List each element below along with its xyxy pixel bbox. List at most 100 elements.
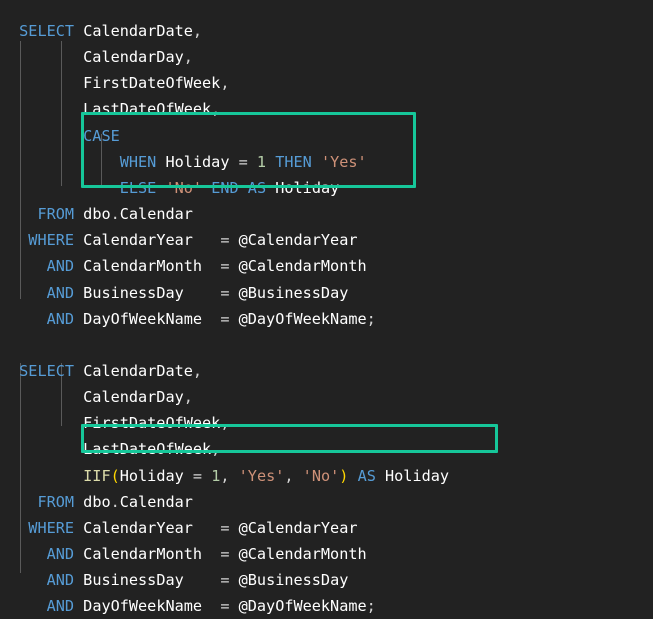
token-op: ; [366, 597, 376, 616]
token-pad [10, 231, 28, 249]
token-op [74, 545, 83, 563]
token-op: , [183, 48, 193, 67]
token-id: CalendarDate [83, 22, 193, 40]
code-line-8[interactable]: FROM dbo.Calendar [10, 201, 193, 227]
token-str: 'Yes' [238, 466, 285, 485]
token-str: 'Yes' [320, 152, 367, 171]
sql-code-editor[interactable]: SELECT CalendarDate, CalendarDay, FirstD… [0, 0, 653, 615]
token-pad [10, 310, 47, 328]
token-pad [10, 597, 47, 615]
token-pad [10, 100, 83, 118]
token-op [74, 284, 83, 302]
token-id: @CalendarYear [238, 518, 358, 537]
code-line-3[interactable]: FirstDateOfWeek, [10, 70, 229, 96]
code-line-17[interactable]: LastDateOfWeek, [10, 436, 220, 462]
token-kw: WHERE [28, 231, 75, 250]
token-id: LastDateOfWeek [83, 440, 212, 459]
token-id: CalendarMonth [83, 257, 203, 276]
token-id: CalendarYear [83, 518, 193, 537]
token-op [312, 153, 321, 171]
token-id: CalendarDay [83, 48, 184, 67]
token-op: , [192, 361, 203, 380]
token-id: Holiday [165, 152, 230, 171]
code-line-20[interactable]: WHERE CalendarYear = @CalendarYear [10, 515, 358, 541]
token-op: , [211, 100, 221, 119]
token-op: ; [366, 309, 376, 328]
token-op [74, 571, 83, 589]
token-str: 'No' [165, 178, 203, 197]
token-pad [10, 179, 120, 197]
token-op: = [202, 257, 239, 276]
code-line-6[interactable]: WHEN Holiday = 1 THEN 'Yes' [10, 149, 367, 175]
token-pad [10, 414, 83, 432]
token-op [202, 179, 211, 197]
token-id: Holiday [275, 178, 340, 197]
token-pad [10, 22, 19, 40]
token-op [74, 205, 83, 223]
code-line-11[interactable]: AND BusinessDay = @BusinessDay [10, 280, 349, 306]
code-line-16[interactable]: FirstDateOfWeek, [10, 410, 229, 436]
token-id: Calendar [119, 205, 193, 224]
token-id: @BusinessDay [238, 571, 349, 590]
token-op [74, 519, 83, 537]
token-kw: AND [46, 283, 75, 302]
token-op [74, 362, 83, 380]
token-id: CalendarMonth [83, 545, 203, 563]
code-line-1[interactable]: SELECT CalendarDate, [10, 18, 202, 44]
token-fn: IIF [83, 466, 111, 485]
code-line-23[interactable]: AND DayOfWeekName = @DayOfWeekName; [10, 593, 376, 619]
code-line-15[interactable]: CalendarDay, [10, 384, 193, 410]
token-num: 1 [256, 152, 267, 171]
token-op [74, 257, 83, 275]
token-kw: FROM [37, 205, 75, 224]
code-line-18[interactable]: IIF(Holiday = 1, 'Yes', 'No') AS Holiday [10, 463, 449, 489]
code-line-2[interactable]: CalendarDay, [10, 44, 193, 70]
token-op [74, 493, 83, 511]
token-op [74, 597, 83, 615]
token-op: , [211, 440, 221, 459]
code-line-5[interactable]: CASE [10, 123, 120, 149]
token-op [348, 467, 357, 485]
token-id: DayOfWeekName [83, 597, 203, 616]
token-op [74, 22, 83, 40]
token-kw: WHERE [28, 518, 75, 537]
token-kw: END [211, 178, 239, 197]
token-op: = [202, 545, 239, 563]
token-id: dbo [83, 492, 111, 511]
token-id: @DayOfWeekName [238, 597, 367, 616]
code-line-7[interactable]: ELSE 'No' END AS Holiday [10, 175, 340, 201]
token-op: = [192, 231, 239, 250]
token-kw: CASE [83, 126, 120, 145]
token-op: = [183, 283, 239, 302]
token-op: = [183, 571, 239, 590]
token-pad [10, 48, 83, 66]
token-op [239, 179, 248, 197]
token-op: = [202, 309, 239, 328]
token-op: , [220, 466, 239, 485]
token-op: , [183, 388, 193, 407]
code-line-21[interactable]: AND CalendarMonth = @CalendarMonth [10, 541, 367, 567]
token-pad [10, 545, 47, 563]
token-id: Holiday [385, 466, 450, 485]
code-line-19[interactable]: FROM dbo.Calendar [10, 489, 192, 515]
token-pad [10, 127, 83, 145]
token-id: BusinessDay [83, 283, 184, 302]
token-op: = [192, 518, 239, 537]
code-line-4[interactable]: LastDateOfWeek, [10, 96, 220, 122]
token-id: @CalendarMonth [238, 545, 367, 563]
token-kw: AND [46, 597, 75, 616]
token-pad [10, 440, 83, 458]
code-line-9[interactable]: WHERE CalendarYear = @CalendarYear [10, 227, 357, 253]
token-op [376, 467, 385, 485]
code-line-13[interactable] [10, 332, 19, 358]
token-id: CalendarDay [83, 388, 184, 407]
token-id: DayOfWeekName [83, 309, 203, 328]
token-num: 1 [211, 466, 221, 485]
token-op: , [192, 22, 203, 40]
code-line-14[interactable]: SELECT CalendarDate, [10, 358, 202, 384]
token-id: dbo [83, 205, 111, 224]
code-line-10[interactable]: AND CalendarMonth = @CalendarMonth [10, 253, 367, 279]
token-id: BusinessDay [83, 571, 184, 590]
code-line-12[interactable]: AND DayOfWeekName = @DayOfWeekName; [10, 306, 376, 332]
code-line-22[interactable]: AND BusinessDay = @BusinessDay [10, 567, 349, 593]
